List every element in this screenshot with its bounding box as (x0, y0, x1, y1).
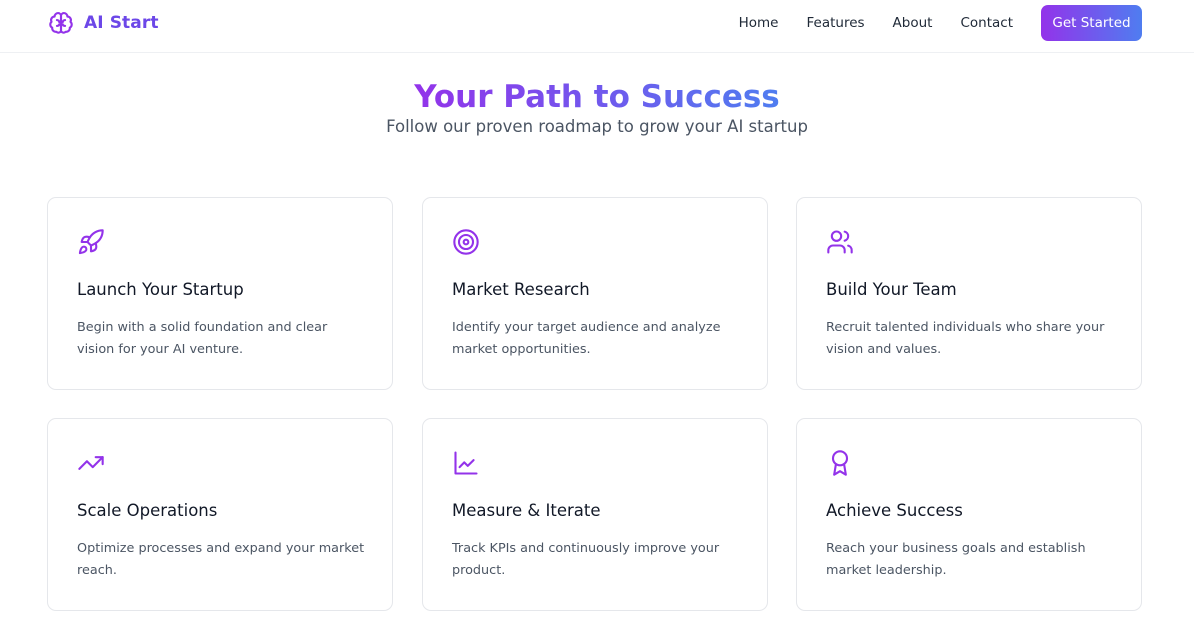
card-description: Optimize processes and expand your marke… (77, 541, 365, 578)
page-subtitle: Follow our proven roadmap to grow your A… (386, 117, 808, 136)
roadmap-card-measure: Measure & Iterate Track KPIs and continu… (422, 418, 768, 611)
roadmap-card-scale: Scale Operations Optimize processes and … (47, 418, 393, 611)
users-icon (826, 228, 854, 256)
page-title: Your Path to Success (0, 75, 1194, 119)
card-description: Identify your target audience and analyz… (452, 320, 721, 357)
get-started-button[interactable]: Get Started (1041, 5, 1142, 41)
brand[interactable]: AI Start (47, 9, 159, 37)
roadmap-card-market-research: Market Research Identify your target aud… (422, 197, 768, 390)
target-icon (452, 228, 480, 256)
card-title: Measure & Iterate (452, 501, 601, 520)
roadmap-card-build-team: Build Your Team Recruit talented individ… (796, 197, 1142, 390)
card-title: Build Your Team (826, 280, 957, 299)
trending-up-icon (77, 449, 105, 477)
nav-links: Home Features About Contact Get Started (739, 0, 1142, 46)
card-description: Begin with a solid foundation and clear … (77, 320, 328, 357)
card-description: Track KPIs and continuously improve your… (452, 541, 720, 578)
card-title: Achieve Success (826, 501, 963, 520)
card-title: Launch Your Startup (77, 280, 244, 299)
roadmap-card-launch: Launch Your Startup Begin with a solid f… (47, 197, 393, 390)
roadmap-card-success: Achieve Success Reach your business goal… (796, 418, 1142, 611)
line-chart-icon (452, 449, 480, 477)
nav-link-home[interactable]: Home (739, 15, 779, 31)
page-title-text: Your Path to Success (414, 79, 780, 115)
card-description: Recruit talented individuals who share y… (826, 320, 1105, 357)
card-title: Market Research (452, 280, 590, 299)
card-description: Reach your business goals and establish … (826, 541, 1086, 578)
award-icon (826, 449, 854, 477)
nav-link-about[interactable]: About (893, 15, 933, 31)
card-title: Scale Operations (77, 501, 218, 520)
nav-link-features[interactable]: Features (806, 15, 864, 31)
navbar: AI Start Home Features About Contact Get… (0, 0, 1194, 53)
brain-icon (49, 12, 73, 34)
rocket-icon (77, 228, 105, 256)
brand-name: AI Start (84, 13, 159, 33)
nav-link-contact[interactable]: Contact (960, 15, 1013, 31)
